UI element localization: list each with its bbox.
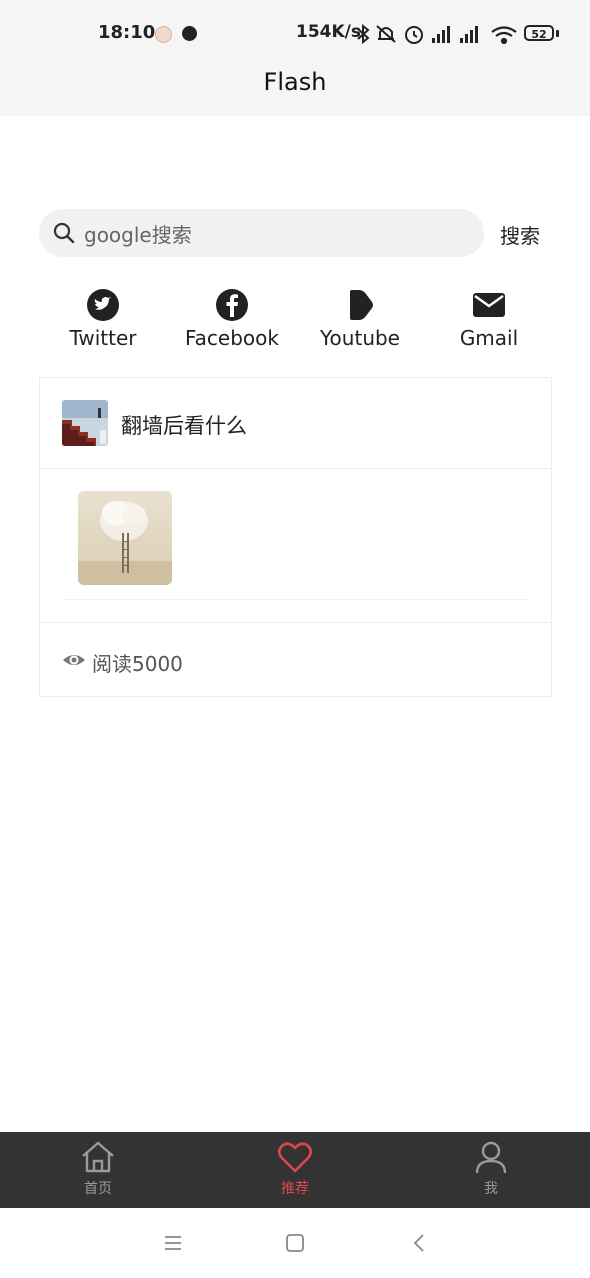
heart-icon [277,1142,313,1173]
alarm-icon [405,26,423,44]
bluetooth-icon [357,23,370,45]
divider [39,468,552,469]
app-notification-icon [182,26,197,41]
battery-cap [556,30,559,37]
nav-item-home[interactable]: 首页 [38,1138,158,1198]
user-icon [475,1141,507,1174]
quick-link-facebook[interactable]: Facebook [167,288,297,350]
home-square-icon[interactable] [285,1233,305,1253]
nav-label: 首页 [84,1181,112,1197]
signal-icon [432,26,450,43]
stairs-image [62,400,108,446]
status-time: 18:10 [98,22,156,43]
page-title: Flash [263,68,327,96]
twitter-icon [87,289,119,321]
divider [62,599,530,600]
back-icon[interactable] [410,1233,430,1253]
tree-ladder-image [78,491,172,585]
signal-icon [460,26,478,43]
nav-label: 推荐 [281,1181,309,1197]
quick-link-label: Twitter [69,326,137,350]
facebook-icon [216,289,248,321]
post-image[interactable] [78,491,172,585]
status-icons [357,23,517,45]
quick-link-label: Youtube [320,326,400,350]
quick-link-label: Gmail [459,326,519,350]
post-avatar [62,400,108,446]
quick-link-youtube[interactable]: Youtube [295,288,425,350]
youtube-play-icon [350,290,373,320]
post-title[interactable]: 翻墙后看什么 [121,410,247,440]
search-icon [53,222,75,244]
network-speed: 154K/s [296,22,361,42]
wifi-icon [491,26,517,45]
divider [39,622,552,623]
read-count: 阅读5000 [92,652,183,676]
notification-icon [155,26,172,43]
menu-icon[interactable] [163,1233,183,1253]
mute-icon [376,25,396,43]
divider [39,377,552,378]
nav-item-me[interactable]: 我 [431,1138,551,1198]
eye-icon [63,655,85,665]
home-icon [82,1141,114,1173]
search-button[interactable]: 搜索 [500,220,540,249]
search-input[interactable] [82,214,476,256]
quick-link-twitter[interactable]: Twitter [38,288,168,350]
mail-icon [473,293,505,317]
nav-label: 我 [484,1181,498,1197]
battery-icon: 52 [524,25,554,41]
divider [39,696,552,697]
quick-link-label: Facebook [185,326,279,350]
nav-item-recommend[interactable]: 推荐 [235,1138,355,1198]
quick-link-gmail[interactable]: Gmail [424,288,554,350]
